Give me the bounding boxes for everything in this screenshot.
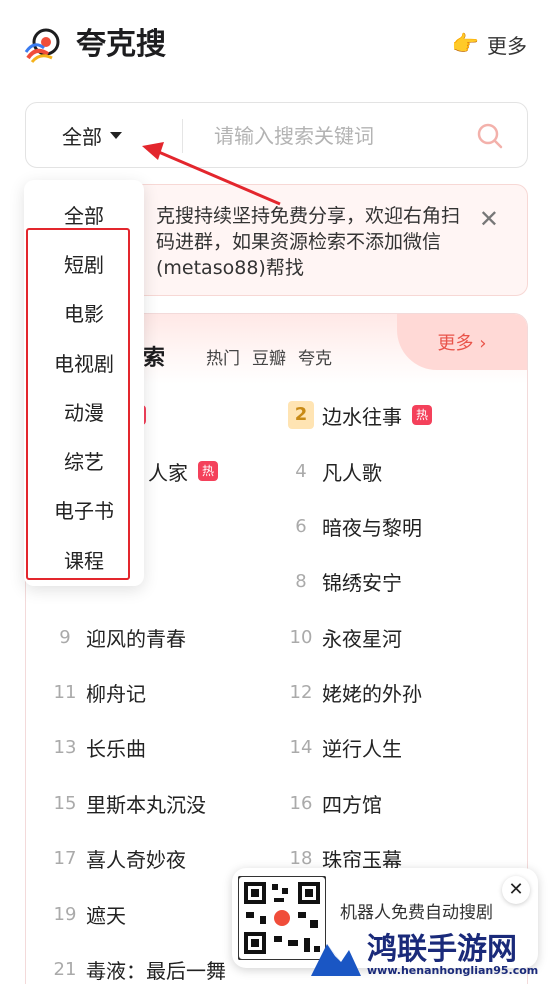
category-select[interactable]: 全部 xyxy=(62,103,122,167)
rank-number: 15 xyxy=(53,792,77,814)
close-icon[interactable]: ✕ xyxy=(502,876,530,904)
more-menu-label: 更多 xyxy=(487,34,527,58)
category-select-value: 全部 xyxy=(62,124,102,149)
list-item[interactable]: 2 边水往事 热 xyxy=(288,400,432,430)
list-item-title: 里斯本丸沉没 xyxy=(86,792,206,817)
list-item-title: 遮天 xyxy=(86,903,126,928)
watermark: 鸿联手游网 www.henanhonglian95.com xyxy=(303,920,553,984)
list-item[interactable]: 21 毒液：最后一舞 xyxy=(52,954,226,984)
tab-douban[interactable]: 豆瓣 xyxy=(252,344,286,369)
dropdown-option-all[interactable]: 全部 xyxy=(24,200,144,229)
dropdown-option-ebook[interactable]: 电子书 xyxy=(24,495,144,524)
dropdown-option-variety[interactable]: 综艺 xyxy=(24,446,144,475)
hot-tabs: 热门 豆瓣 夸克 xyxy=(206,344,332,369)
list-item-title: 边水往事 xyxy=(322,404,402,429)
dropdown-option-short-drama[interactable]: 短剧 xyxy=(24,249,144,278)
rank-number: 17 xyxy=(53,847,77,869)
list-item-title: 凡人歌 xyxy=(322,460,382,485)
list-item[interactable]: 4 凡人歌 xyxy=(288,456,382,486)
app-title: 夸克搜 xyxy=(76,27,166,62)
hot-more-button[interactable]: 更多 › xyxy=(397,314,527,370)
list-item-title: 锦绣安宁 xyxy=(322,570,402,595)
rank-number: 14 xyxy=(289,736,313,758)
hot-badge: 热 xyxy=(412,405,432,425)
list-item-title: 暗夜与黎明 xyxy=(322,515,422,540)
rank-number: 6 xyxy=(295,515,307,537)
list-item[interactable]: 13 长乐曲 xyxy=(52,732,146,762)
app-logo-icon[interactable] xyxy=(24,24,66,66)
rank-number: 18 xyxy=(289,847,313,869)
list-item[interactable]: 11 柳舟记 xyxy=(52,677,146,707)
dropdown-option-course[interactable]: 课程 xyxy=(24,545,144,574)
caret-down-icon xyxy=(110,131,122,139)
list-item[interactable]: 15 里斯本丸沉没 xyxy=(52,788,206,818)
list-item[interactable]: 19 遮天 xyxy=(52,899,126,929)
notice-text: 克搜持续坚持免费分享，欢迎右角扫码进群，如果资源检索不添加微信(metaso88… xyxy=(156,205,461,279)
rank-number: 13 xyxy=(53,736,77,758)
list-item[interactable]: 9 迎风的青春 xyxy=(52,622,186,652)
list-item[interactable]: 16 四方馆 xyxy=(288,788,382,818)
list-item-title: 姥姥的外孙 xyxy=(322,681,422,706)
list-item[interactable]: 12 姥姥的外孙 xyxy=(288,677,422,707)
rank-number: 4 xyxy=(295,460,307,482)
rank-number: 11 xyxy=(53,681,77,703)
pointing-hand-icon: 👉 xyxy=(451,32,479,57)
rank-number: 10 xyxy=(289,626,313,648)
close-icon[interactable]: ✕ xyxy=(479,205,499,233)
list-item-title: 四方馆 xyxy=(322,792,382,817)
category-dropdown: 全部 短剧 电影 电视剧 动漫 综艺 电子书 课程 xyxy=(24,180,144,586)
watermark-logo-icon xyxy=(311,944,361,976)
more-menu-button[interactable]: 👉 更多 xyxy=(452,30,527,59)
dropdown-option-anime[interactable]: 动漫 xyxy=(24,397,144,426)
list-item-title: 喜人奇妙夜 xyxy=(86,847,186,872)
list-item-title: 迎风的青春 xyxy=(86,626,186,651)
search-icon[interactable] xyxy=(477,123,503,149)
tab-hot[interactable]: 热门 xyxy=(206,344,240,369)
list-item[interactable]: 8 锦绣安宁 xyxy=(288,566,402,596)
list-item[interactable]: 17 喜人奇妙夜 xyxy=(52,843,186,873)
list-item-title: 长乐曲 xyxy=(86,736,146,761)
list-item[interactable]: 10 永夜星河 xyxy=(288,622,402,652)
rank-number: 8 xyxy=(295,570,307,592)
rank-number: 16 xyxy=(289,792,313,814)
dropdown-option-tv-series[interactable]: 电视剧 xyxy=(24,348,144,377)
header: 夸克搜 👉 更多 xyxy=(0,0,553,90)
annotation-arrow-icon xyxy=(142,142,281,206)
rank-number: 2 xyxy=(288,401,314,429)
rank-number: 12 xyxy=(289,681,313,703)
watermark-url: www.henanhonglian95.com xyxy=(367,964,539,977)
list-item[interactable]: 人家 热 xyxy=(148,456,218,486)
list-item-title: 毒液：最后一舞 xyxy=(86,958,226,983)
list-item-title: 柳舟记 xyxy=(86,681,146,706)
list-item-title: 人家 xyxy=(148,460,188,485)
rank-number: 21 xyxy=(53,958,77,980)
list-item[interactable]: 14 逆行人生 xyxy=(288,732,402,762)
list-item[interactable]: 6 暗夜与黎明 xyxy=(288,511,422,541)
dropdown-option-movie[interactable]: 电影 xyxy=(24,298,144,327)
watermark-title: 鸿联手游网 xyxy=(367,932,517,967)
rank-number: 19 xyxy=(53,903,77,925)
hot-badge: 热 xyxy=(198,461,218,481)
list-item-title: 永夜星河 xyxy=(322,626,402,651)
list-item-title: 逆行人生 xyxy=(322,736,402,761)
tab-quark[interactable]: 夸克 xyxy=(298,344,332,369)
rank-number: 9 xyxy=(59,626,71,648)
